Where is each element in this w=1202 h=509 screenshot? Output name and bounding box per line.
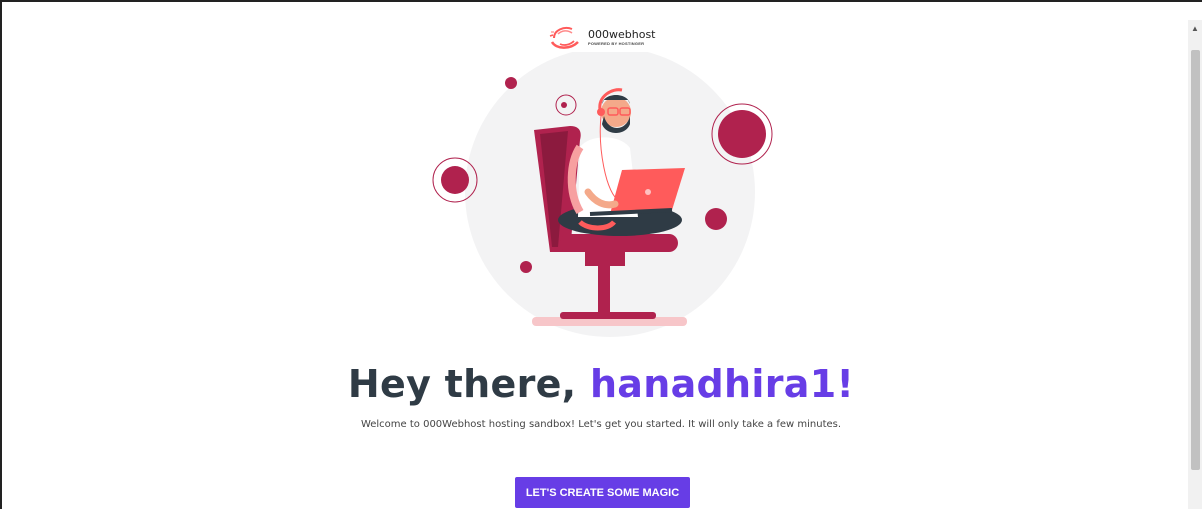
create-magic-button[interactable]: LET'S CREATE SOME MAGIC [515, 477, 690, 508]
person-with-laptop-illustration [432, 52, 773, 337]
logo-swirl-icon [549, 27, 579, 49]
brand-logo[interactable]: 000webhost POWERED BY HOSTINGER [548, 24, 656, 50]
scroll-up-arrow-icon[interactable]: ▲ [1188, 20, 1202, 38]
greeting-prefix: Hey there, [347, 362, 590, 406]
vertical-scrollbar[interactable]: ▲ [1188, 20, 1202, 509]
greeting-username: hanadhira1! [589, 362, 855, 406]
scroll-thumb[interactable] [1191, 50, 1200, 470]
brand-tagline: POWERED BY HOSTINGER [588, 40, 645, 46]
welcome-message: Welcome to 000Webhost hosting sandbox! L… [360, 419, 842, 430]
brand-name: 000webhost [588, 27, 656, 41]
page-title: Hey there, hanadhira1! [0, 362, 1202, 406]
